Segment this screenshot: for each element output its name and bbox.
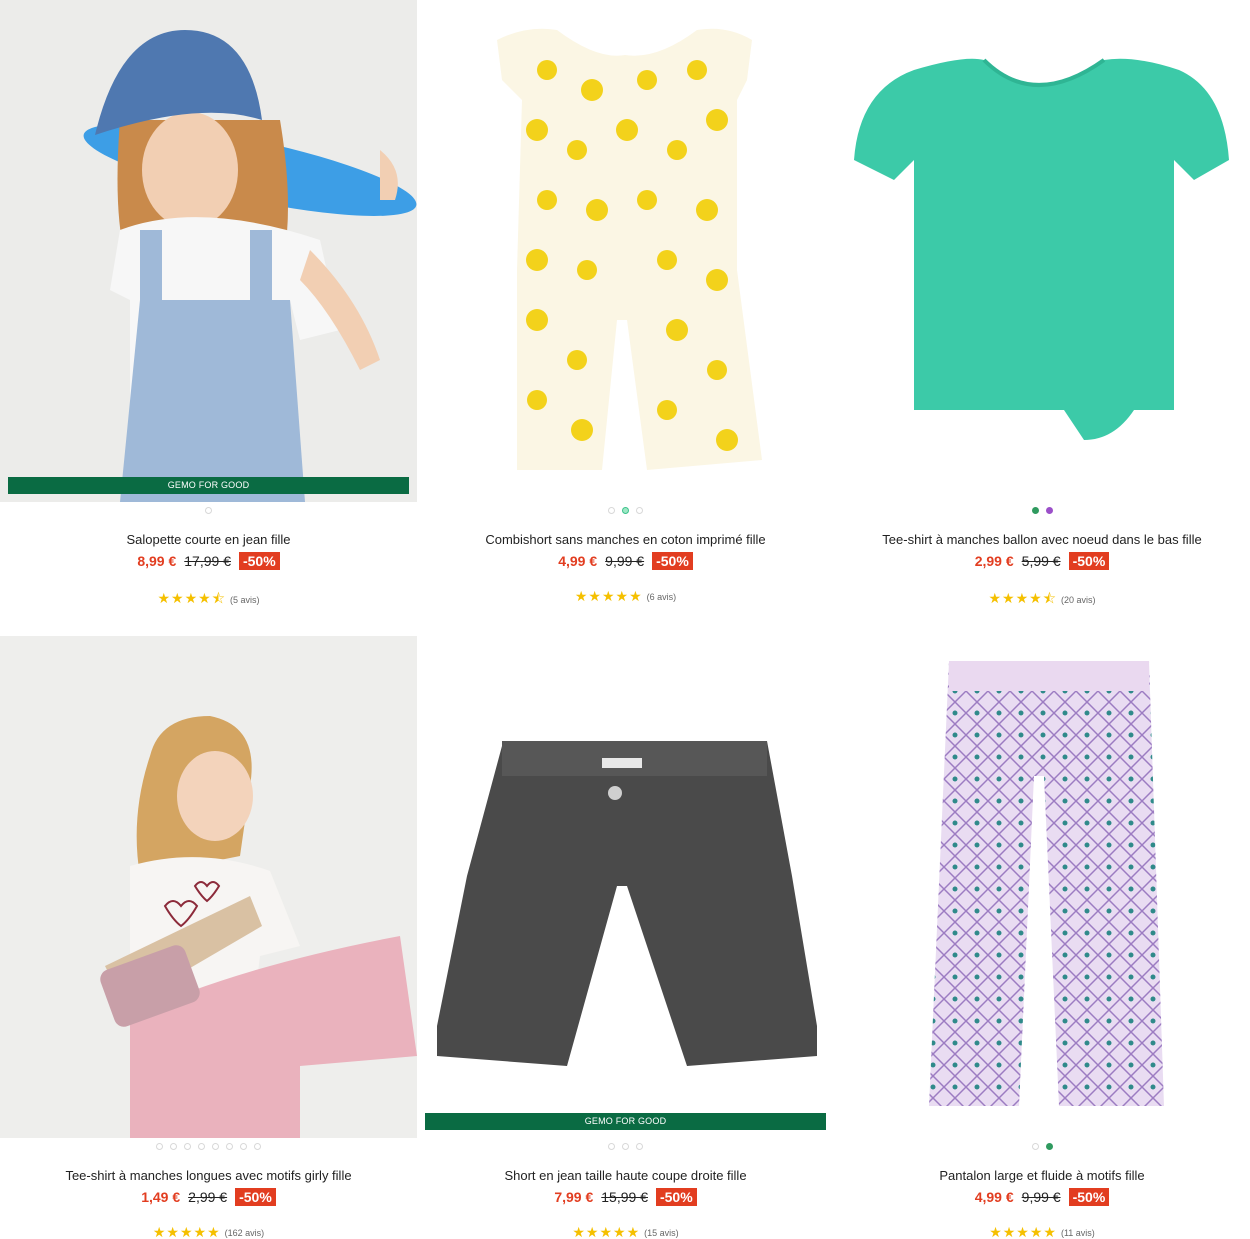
star-rating-icon: ★★★★★	[572, 1224, 641, 1239]
review-count[interactable]: (20 avis)	[1061, 595, 1096, 605]
discount-badge: -50%	[1068, 552, 1110, 570]
carousel-dot[interactable]	[636, 506, 643, 514]
product-image[interactable]	[834, 636, 1250, 1138]
lemon-print-playsuit-icon	[417, 0, 834, 502]
current-price: 7,99 €	[554, 1189, 594, 1205]
discount-badge: -50%	[235, 1188, 276, 1206]
product-image[interactable]: GEMO FOR GOOD	[417, 636, 834, 1138]
girl-with-guitar-icon	[0, 636, 417, 1138]
carousel-dot[interactable]	[636, 1142, 643, 1150]
carousel-dot[interactable]	[240, 1142, 247, 1150]
product-image[interactable]: GEMO FOR GOOD	[0, 0, 417, 502]
printed-trousers-icon	[834, 636, 1250, 1138]
product-title[interactable]: Pantalon large et fluide à motifs fille	[834, 1168, 1250, 1183]
product-title[interactable]: Combishort sans manches en coton imprimé…	[417, 532, 834, 547]
turquoise-tshirt-icon	[834, 0, 1250, 502]
old-price: 2,99 €	[188, 1189, 228, 1205]
discount-badge: -50%	[238, 552, 280, 570]
current-price: 4,99 €	[974, 1189, 1014, 1205]
image-carousel-dots	[417, 1140, 834, 1152]
denim-shorts-icon	[417, 636, 834, 1138]
product-card[interactable]: Pantalon large et fluide à motifs fille …	[834, 636, 1250, 1239]
carousel-dot[interactable]	[198, 1142, 205, 1150]
carousel-dot-active[interactable]	[1045, 1142, 1053, 1150]
price-row: 4,99 € 9,99 € -50%	[834, 1188, 1250, 1206]
carousel-dot[interactable]	[608, 1142, 615, 1150]
carousel-dot[interactable]	[608, 506, 615, 514]
old-price: 15,99 €	[601, 1189, 648, 1205]
rating: ★★★★⯪ (20 avis)	[834, 588, 1250, 612]
image-carousel-dots	[834, 1140, 1250, 1152]
old-price: 9,99 €	[1021, 1189, 1061, 1205]
carousel-dot[interactable]	[212, 1142, 219, 1150]
star-rating-icon: ★★★★★	[152, 1224, 221, 1239]
image-carousel-dots	[0, 1140, 417, 1152]
product-card[interactable]: Tee-shirt à manches longues avec motifs …	[0, 636, 417, 1239]
carousel-dot[interactable]	[156, 1142, 163, 1150]
review-count[interactable]: (162 avis)	[225, 1228, 265, 1238]
gemo-for-good-badge: GEMO FOR GOOD	[8, 477, 409, 494]
color-swatch-green[interactable]	[1031, 506, 1039, 514]
old-price: 9,99 €	[605, 553, 645, 569]
price-row: 2,99 € 5,99 € -50%	[834, 552, 1250, 570]
rating: ★★★★★ (15 avis)	[417, 1224, 834, 1239]
carousel-dot[interactable]	[1031, 1142, 1039, 1150]
carousel-dot[interactable]	[170, 1142, 177, 1150]
product-image[interactable]	[0, 636, 417, 1138]
discount-badge: -50%	[1068, 1188, 1110, 1206]
review-count[interactable]: (11 avis)	[1061, 1228, 1095, 1238]
rating: ★★★★★ (6 avis)	[417, 588, 834, 605]
current-price: 4,99 €	[558, 553, 598, 569]
star-rating-icon: ★★★★⯪	[988, 590, 1057, 606]
current-price: 2,99 €	[974, 553, 1014, 569]
star-rating-icon: ★★★★★	[574, 588, 643, 604]
carousel-dot[interactable]	[205, 506, 212, 514]
carousel-dot[interactable]	[622, 1142, 629, 1150]
product-image[interactable]	[417, 0, 834, 502]
color-swatch-purple[interactable]	[1045, 506, 1053, 514]
discount-badge: -50%	[655, 1188, 697, 1206]
rating: ★★★★★ (162 avis)	[0, 1224, 417, 1239]
review-count[interactable]: (5 avis)	[230, 595, 260, 605]
price-row: 7,99 € 15,99 € -50%	[417, 1188, 834, 1206]
product-title[interactable]: Tee-shirt à manches ballon avec noeud da…	[834, 532, 1250, 547]
review-count[interactable]: (6 avis)	[647, 592, 677, 602]
girl-with-skateboard-icon	[0, 0, 417, 502]
price-row: 8,99 € 17,99 € -50%	[0, 552, 417, 570]
price-row: 4,99 € 9,99 € -50%	[417, 552, 834, 570]
review-count[interactable]: (15 avis)	[644, 1228, 679, 1238]
image-carousel-dots	[0, 504, 417, 516]
carousel-dot[interactable]	[254, 1142, 261, 1150]
product-title[interactable]: Salopette courte en jean fille	[0, 532, 417, 547]
rating: ★★★★⯪ (5 avis)	[0, 588, 417, 612]
image-carousel-dots	[417, 504, 834, 516]
product-card[interactable]: GEMO FOR GOOD Salopette courte en jean f…	[0, 0, 417, 620]
product-image[interactable]	[834, 0, 1250, 502]
carousel-dot[interactable]	[184, 1142, 191, 1150]
old-price: 5,99 €	[1021, 553, 1061, 569]
star-rating-icon: ★★★★★	[989, 1224, 1057, 1239]
color-swatches	[834, 504, 1250, 516]
rating: ★★★★★ (11 avis)	[834, 1224, 1250, 1239]
product-title[interactable]: Short en jean taille haute coupe droite …	[417, 1168, 834, 1183]
current-price: 8,99 €	[137, 553, 177, 569]
product-card[interactable]: Tee-shirt à manches ballon avec noeud da…	[834, 0, 1250, 620]
discount-badge: -50%	[652, 552, 693, 570]
current-price: 1,49 €	[141, 1189, 181, 1205]
product-title[interactable]: Tee-shirt à manches longues avec motifs …	[0, 1168, 417, 1183]
old-price: 17,99 €	[184, 553, 231, 569]
carousel-dot[interactable]	[226, 1142, 233, 1150]
product-card[interactable]: Combishort sans manches en coton imprimé…	[417, 0, 834, 620]
product-grid: GEMO FOR GOOD Salopette courte en jean f…	[0, 0, 1250, 1239]
product-card[interactable]: GEMO FOR GOOD Short en jean taille haute…	[417, 636, 834, 1239]
carousel-dot-active[interactable]	[622, 506, 629, 514]
price-row: 1,49 € 2,99 € -50%	[0, 1188, 417, 1206]
gemo-for-good-badge: GEMO FOR GOOD	[425, 1113, 826, 1130]
star-rating-icon: ★★★★⯪	[157, 590, 226, 606]
